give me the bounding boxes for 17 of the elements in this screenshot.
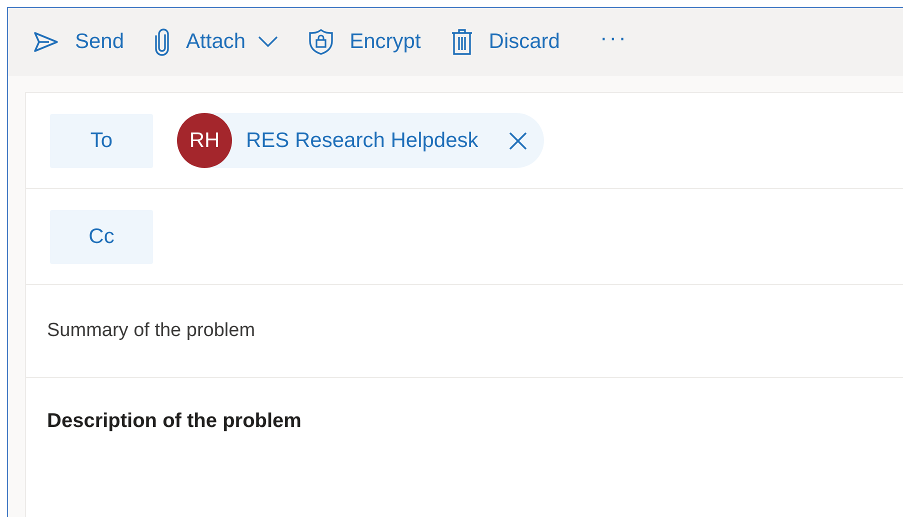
recipient-name: RES Research Helpdesk [246,128,478,152]
avatar: RH [177,113,232,168]
recipient-field-button[interactable]: To [50,114,153,168]
paperclip-icon [154,28,170,56]
close-icon[interactable] [508,130,528,150]
more-button[interactable]: ··· [592,16,636,68]
send-button[interactable]: Send [25,20,132,64]
message-body[interactable]: Description of the problem [26,378,903,498]
shield-lock-icon [308,28,334,56]
recipient-field-button[interactable]: Cc [50,210,153,264]
recipient-chip[interactable]: RH RES Research Helpdesk [177,113,544,168]
trash-icon [450,28,473,56]
discard-button[interactable]: Discard [442,20,568,64]
attach-button[interactable]: Attach [146,20,286,64]
encrypt-button[interactable]: Encrypt [300,20,429,64]
send-icon [33,31,59,53]
subject-field[interactable]: Summary of the problem [26,285,903,378]
